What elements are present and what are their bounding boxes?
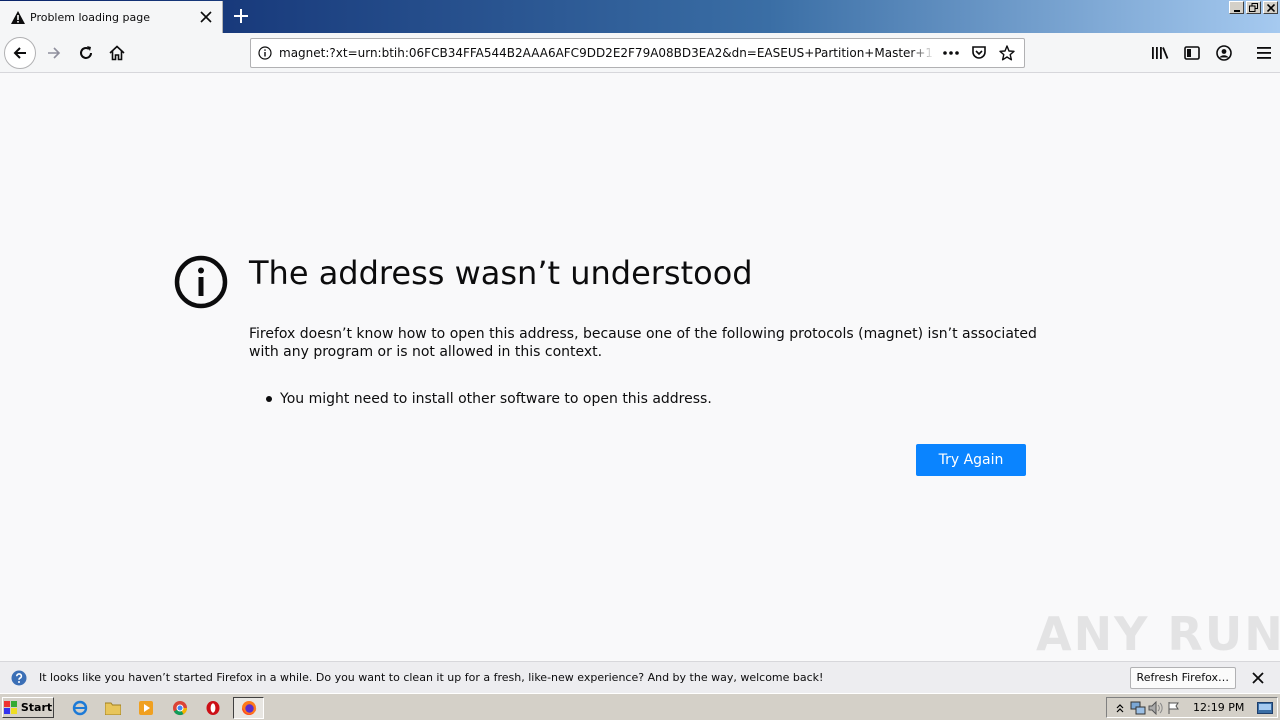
network-icon[interactable] — [1129, 699, 1147, 717]
restore-button[interactable] — [1246, 1, 1261, 14]
tab-active[interactable]: Problem loading page — [0, 1, 223, 33]
opera-icon[interactable] — [203, 698, 223, 718]
forward-arrow-icon — [48, 47, 61, 59]
home-button[interactable] — [101, 37, 133, 69]
error-hint-text: You might need to install other software… — [280, 391, 712, 407]
notification-bar: It looks like you haven’t started Firefo… — [0, 661, 1280, 693]
taskbar-firefox-button[interactable] — [233, 697, 264, 719]
error-hint-item: You might need to install other software… — [266, 391, 712, 407]
refresh-firefox-button[interactable]: Refresh Firefox… — [1129, 666, 1236, 689]
pocket-icon[interactable] — [968, 42, 990, 64]
new-tab-button[interactable] — [229, 5, 253, 27]
navigation-toolbar: magnet:?xt=urn:btih:06FCB34FFA544B2AAA6A… — [0, 33, 1280, 73]
error-description: Firefox doesn’t know how to open this ad… — [249, 326, 1037, 360]
firefox-icon — [241, 701, 256, 715]
home-icon — [109, 45, 125, 61]
explorer-folder-icon[interactable] — [103, 698, 123, 718]
account-icon — [1216, 45, 1232, 61]
anyrun-watermark: ANY RUN — [1036, 607, 1280, 661]
question-icon — [11, 670, 27, 686]
window-controls — [1229, 1, 1278, 14]
library-button[interactable] — [1144, 37, 1176, 69]
windows-logo-icon — [3, 700, 17, 714]
show-desktop-icon[interactable] — [1256, 699, 1274, 717]
taskbar: Start 12:19 PM — [0, 693, 1280, 720]
forward-button[interactable] — [38, 37, 70, 69]
error-page: The address wasn’t understood Firefox do… — [0, 74, 1280, 661]
bullet — [266, 396, 272, 402]
try-again-button[interactable]: Try Again — [916, 444, 1026, 476]
notification-text: It looks like you haven’t started Firefo… — [39, 671, 824, 684]
back-arrow-icon — [13, 47, 26, 59]
reload-icon — [80, 46, 92, 59]
library-icon — [1152, 47, 1169, 59]
url-text[interactable]: magnet:?xt=urn:btih:06FCB34FFA544B2AAA6A… — [279, 46, 934, 60]
system-tray: 12:19 PM — [1106, 697, 1278, 718]
info-icon[interactable] — [251, 46, 279, 60]
sidebar-button[interactable] — [1176, 37, 1208, 69]
address-bar[interactable]: magnet:?xt=urn:btih:06FCB34FFA544B2AAA6A… — [250, 38, 1025, 68]
close-tab-icon[interactable] — [198, 9, 214, 25]
volume-icon[interactable] — [1147, 699, 1165, 717]
clock[interactable]: 12:19 PM — [1193, 701, 1244, 714]
minimize-button[interactable] — [1229, 1, 1244, 14]
internet-explorer-icon[interactable] — [70, 698, 90, 718]
reload-button[interactable] — [70, 37, 102, 69]
back-button[interactable] — [4, 37, 36, 69]
action-center-flag-icon[interactable] — [1165, 699, 1183, 717]
chrome-icon[interactable] — [170, 698, 190, 718]
account-button[interactable] — [1208, 37, 1240, 69]
tab-strip: Problem loading page — [0, 0, 1280, 33]
info-circle-icon — [174, 255, 228, 309]
start-label: Start — [20, 701, 53, 714]
bookmark-star-icon[interactable] — [996, 42, 1018, 64]
media-player-icon[interactable] — [136, 698, 156, 718]
page-actions-icon[interactable] — [940, 42, 962, 64]
error-title: The address wasn’t understood — [249, 254, 753, 292]
close-window-button[interactable] — [1263, 1, 1278, 14]
sidebar-icon — [1184, 46, 1200, 60]
start-button[interactable]: Start — [2, 697, 54, 718]
warning-icon — [10, 9, 26, 25]
tray-expand-icon[interactable] — [1111, 699, 1129, 717]
hamburger-menu-icon — [1257, 47, 1271, 59]
menu-button[interactable] — [1248, 37, 1280, 69]
close-notification-icon[interactable] — [1248, 668, 1268, 688]
tab-title: Problem loading page — [30, 10, 150, 24]
